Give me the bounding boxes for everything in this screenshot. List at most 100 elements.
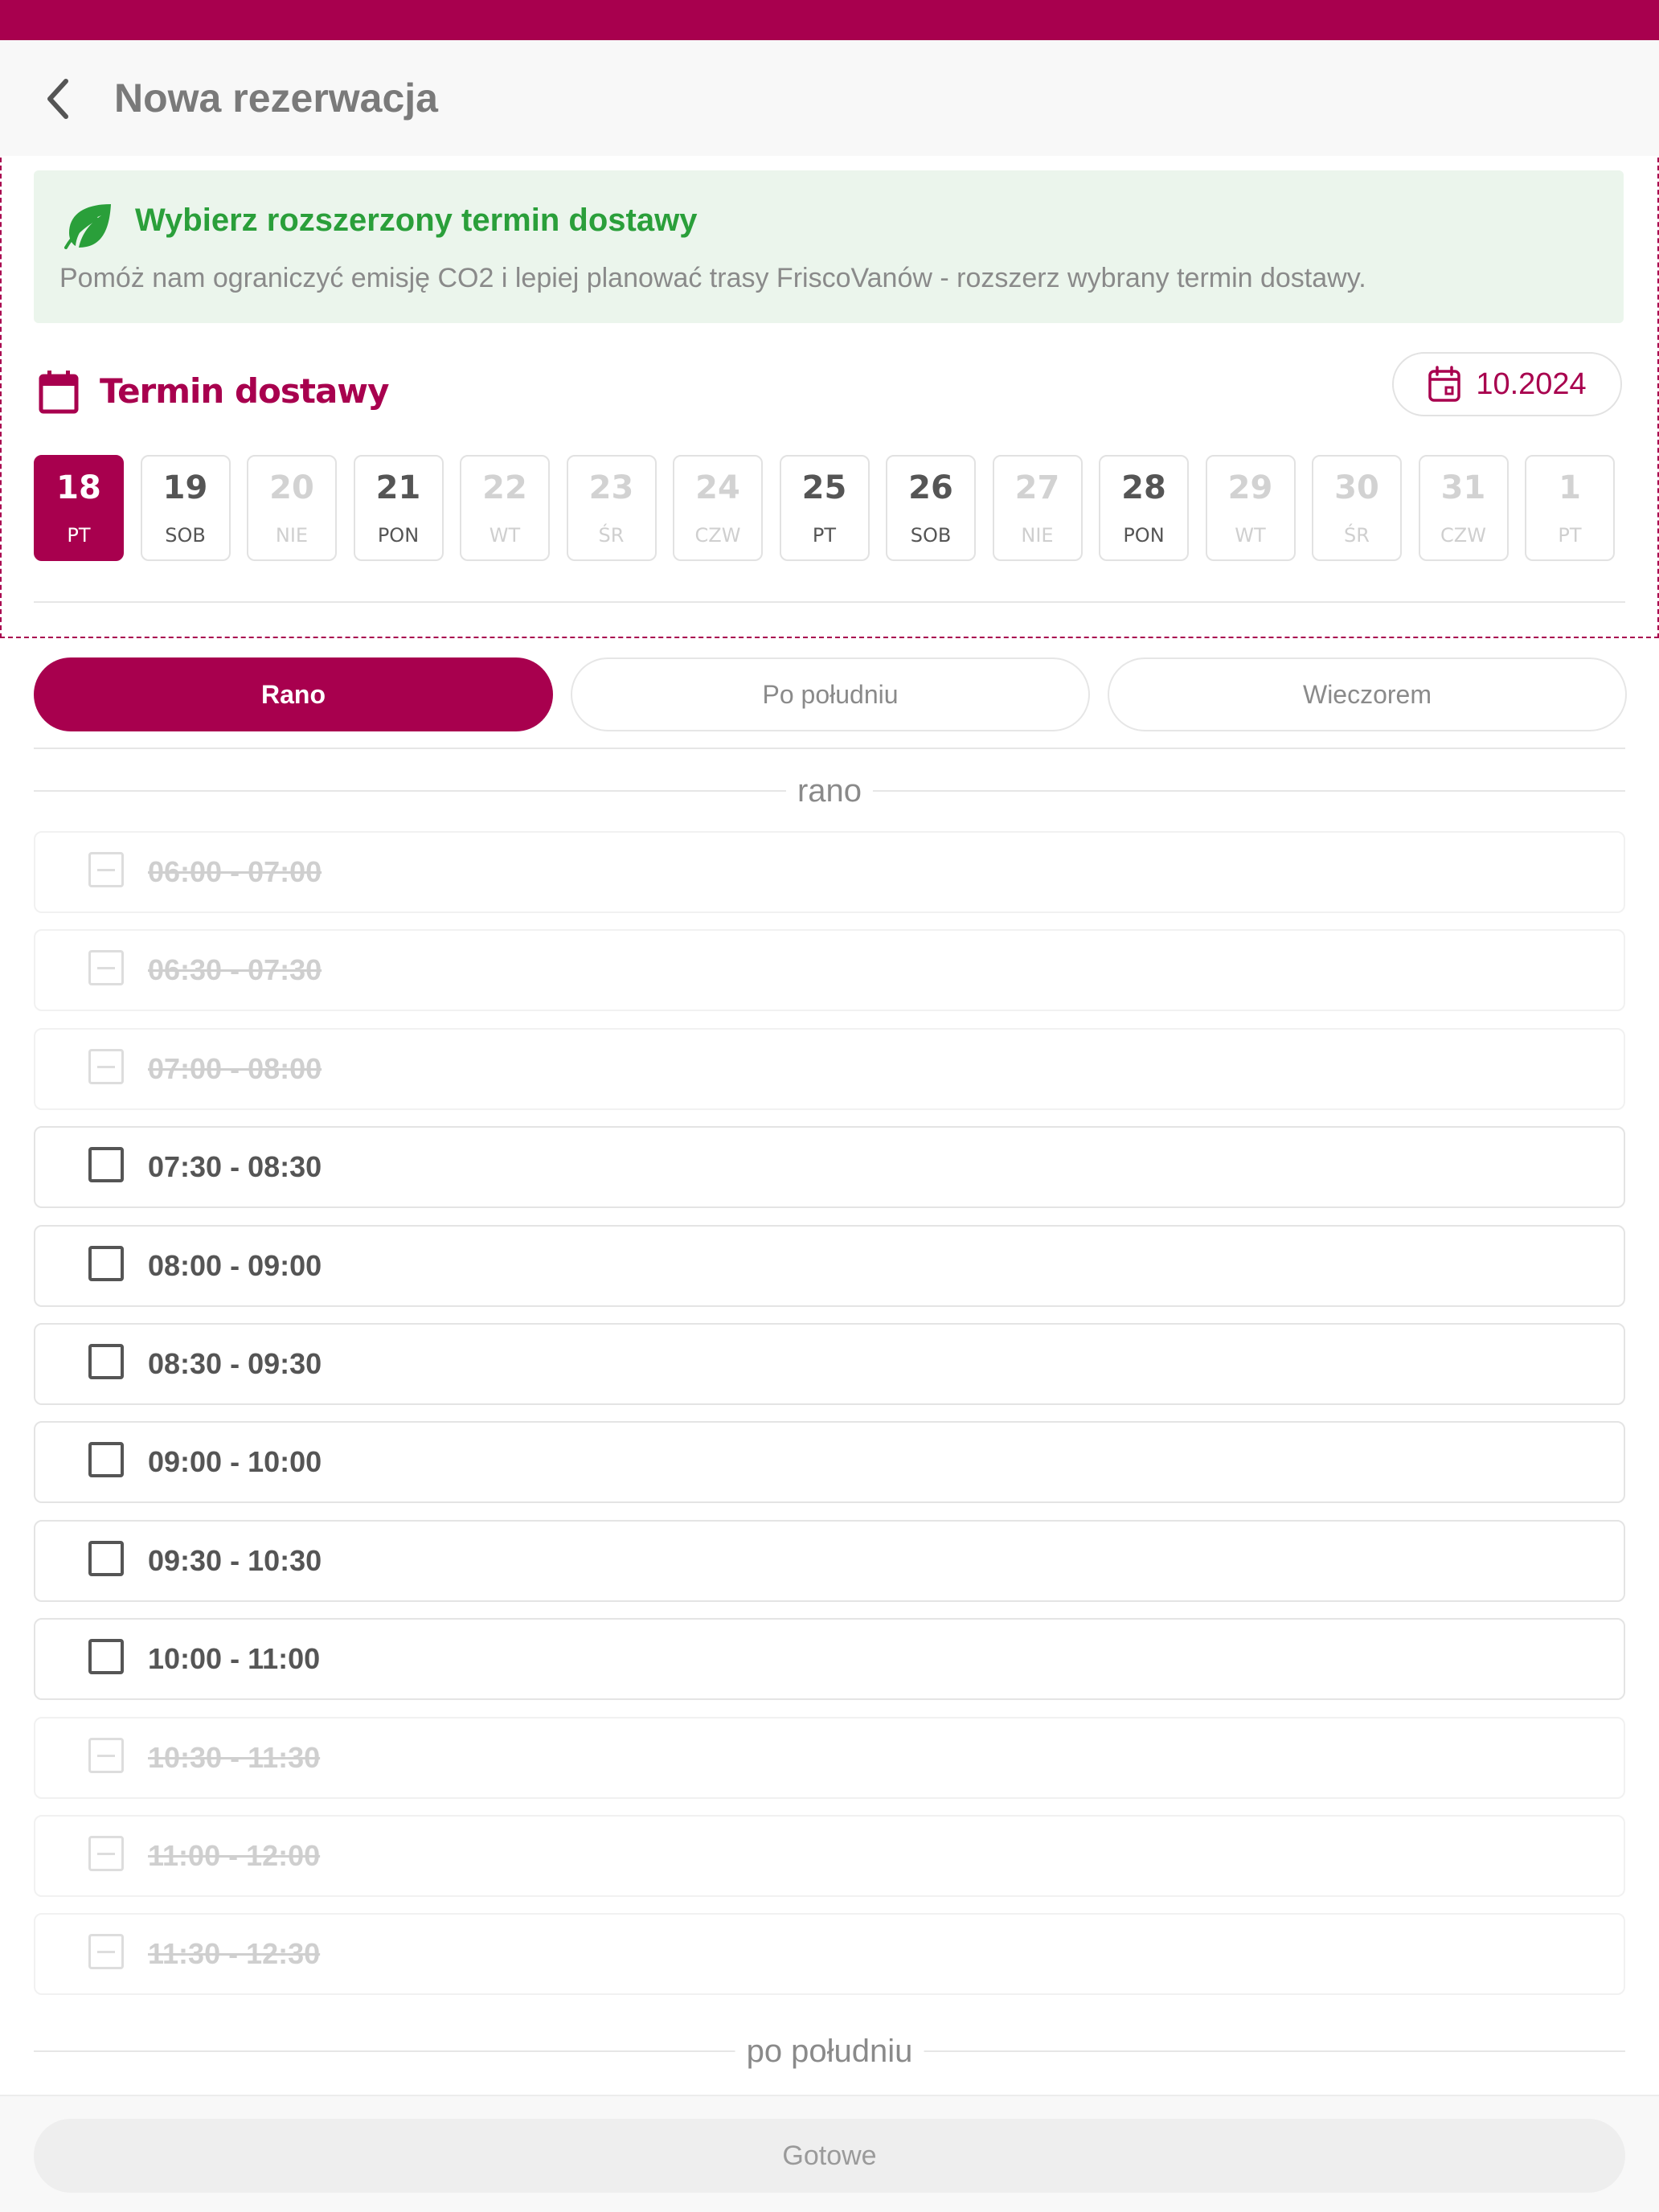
time-slot: 07:00 - 08:00: [34, 1028, 1625, 1110]
slot-checkbox[interactable]: [88, 1344, 124, 1379]
chevron-left-icon: [47, 79, 68, 119]
time-slot[interactable]: 08:00 - 09:00: [34, 1225, 1625, 1307]
calendar-date-icon: [1428, 366, 1461, 402]
day-number: 22: [482, 469, 527, 506]
time-slot: 11:00 - 12:00: [34, 1815, 1625, 1897]
day-weekday: WT: [489, 524, 521, 547]
day-weekday: SOB: [910, 524, 952, 547]
day-number: 27: [1014, 469, 1060, 506]
calendar-icon: [39, 371, 79, 414]
delivery-section-title: Termin dostawy: [100, 371, 389, 411]
day-1: 1 PT: [1525, 455, 1615, 561]
slot-checkbox[interactable]: [88, 1442, 124, 1477]
day-number: 1: [1559, 469, 1581, 506]
eco-banner-title: Wybierz rozszerzony termin dostawy: [135, 203, 698, 238]
slot-checkbox[interactable]: [88, 1639, 124, 1674]
day-number: 21: [375, 469, 421, 506]
day-weekday: PT: [812, 524, 837, 547]
slot-checkbox[interactable]: [88, 1541, 124, 1576]
slot-checkbox: [88, 852, 124, 887]
time-slot: 11:30 - 12:30: [34, 1913, 1625, 1995]
day-weekday: WT: [1235, 524, 1266, 547]
day-24: 24 CZW: [673, 455, 763, 561]
slot-time: 11:30 - 12:30: [148, 1937, 321, 1970]
group-label-text: rano: [785, 773, 874, 809]
slot-time: 08:00 - 09:00: [148, 1249, 322, 1282]
day-29: 29 WT: [1205, 455, 1296, 561]
day-number: 29: [1227, 469, 1273, 506]
status-bar: [0, 0, 1659, 40]
slot-checkbox[interactable]: [88, 1147, 124, 1182]
day-18[interactable]: 18 PT: [34, 455, 124, 561]
day-23: 23 ŚR: [566, 455, 657, 561]
done-button[interactable]: Gotowe: [34, 2119, 1625, 2193]
leaf-icon: [64, 204, 111, 249]
time-slot[interactable]: 10:00 - 11:00: [34, 1618, 1625, 1700]
day-22: 22 WT: [460, 455, 550, 561]
time-slot[interactable]: 09:30 - 10:30: [34, 1520, 1625, 1602]
divider: [34, 601, 1625, 603]
slot-time: 06:30 - 07:30: [148, 953, 322, 986]
day-weekday: NIE: [1021, 524, 1054, 547]
day-number: 28: [1121, 469, 1166, 506]
day-28[interactable]: 28 PON: [1099, 455, 1189, 561]
group-label-morning: rano: [34, 767, 1625, 815]
slot-time: 07:30 - 08:30: [148, 1150, 322, 1183]
day-weekday: PT: [67, 524, 91, 547]
day-25[interactable]: 25 PT: [779, 455, 870, 561]
eco-banner: Wybierz rozszerzony termin dostawy Pomóż…: [34, 170, 1624, 323]
tab-wieczorem[interactable]: Wieczorem: [1108, 657, 1627, 731]
day-number: 19: [162, 469, 208, 506]
tab-po-południu[interactable]: Po południu: [571, 657, 1090, 731]
slot-checkbox: [88, 1738, 124, 1773]
page-title: Nowa rezerwacja: [114, 76, 438, 121]
day-number: 23: [588, 469, 634, 506]
slot-checkbox: [88, 1836, 124, 1871]
divider: [34, 748, 1625, 749]
day-weekday: SOB: [165, 524, 206, 547]
footer: Gotowe: [0, 2095, 1659, 2212]
time-slot[interactable]: 09:00 - 10:00: [34, 1421, 1625, 1503]
day-weekday: PON: [1123, 524, 1165, 547]
day-27: 27 NIE: [992, 455, 1083, 561]
day-number: 25: [801, 469, 847, 506]
day-31: 31 CZW: [1418, 455, 1509, 561]
back-button[interactable]: [32, 71, 84, 127]
day-weekday: CZW: [1440, 524, 1486, 547]
day-weekday: CZW: [694, 524, 741, 547]
slot-time: 09:30 - 10:30: [148, 1544, 322, 1577]
group-label-text: po południu: [735, 2034, 924, 2070]
time-slot[interactable]: 07:30 - 08:30: [34, 1126, 1625, 1208]
time-slot: 06:00 - 07:00: [34, 831, 1625, 913]
day-number: 24: [695, 469, 740, 506]
slot-checkbox: [88, 950, 124, 985]
slot-time: 09:00 - 10:00: [148, 1445, 322, 1478]
day-number: 30: [1334, 469, 1379, 506]
group-label-afternoon: po południu: [34, 2027, 1625, 2075]
day-30: 30 ŚR: [1312, 455, 1402, 561]
day-weekday: ŚR: [598, 524, 625, 547]
slot-time: 07:00 - 08:00: [148, 1052, 322, 1085]
day-number: 18: [56, 469, 101, 506]
month-picker-button[interactable]: 10.2024: [1392, 352, 1622, 416]
slot-checkbox[interactable]: [88, 1246, 124, 1281]
day-20: 20 NIE: [247, 455, 337, 561]
day-21[interactable]: 21 PON: [353, 455, 444, 561]
day-number: 20: [269, 469, 314, 506]
slot-time: 10:30 - 11:30: [148, 1741, 321, 1774]
day-weekday: ŚR: [1344, 524, 1370, 547]
time-slot[interactable]: 08:30 - 09:30: [34, 1323, 1625, 1405]
day-number: 31: [1440, 469, 1486, 506]
slot-checkbox: [88, 1049, 124, 1084]
month-label: 10.2024: [1476, 367, 1587, 401]
day-weekday: NIE: [275, 524, 309, 547]
slot-time: 06:00 - 07:00: [148, 855, 322, 888]
day-26[interactable]: 26 SOB: [886, 455, 976, 561]
day-weekday: PT: [1558, 524, 1582, 547]
slot-checkbox: [88, 1934, 124, 1969]
app-header: Nowa rezerwacja: [0, 40, 1659, 156]
time-slot: 10:30 - 11:30: [34, 1717, 1625, 1799]
tab-rano[interactable]: Rano: [34, 657, 553, 731]
day-19[interactable]: 19 SOB: [140, 455, 231, 561]
day-weekday: PON: [377, 524, 420, 547]
